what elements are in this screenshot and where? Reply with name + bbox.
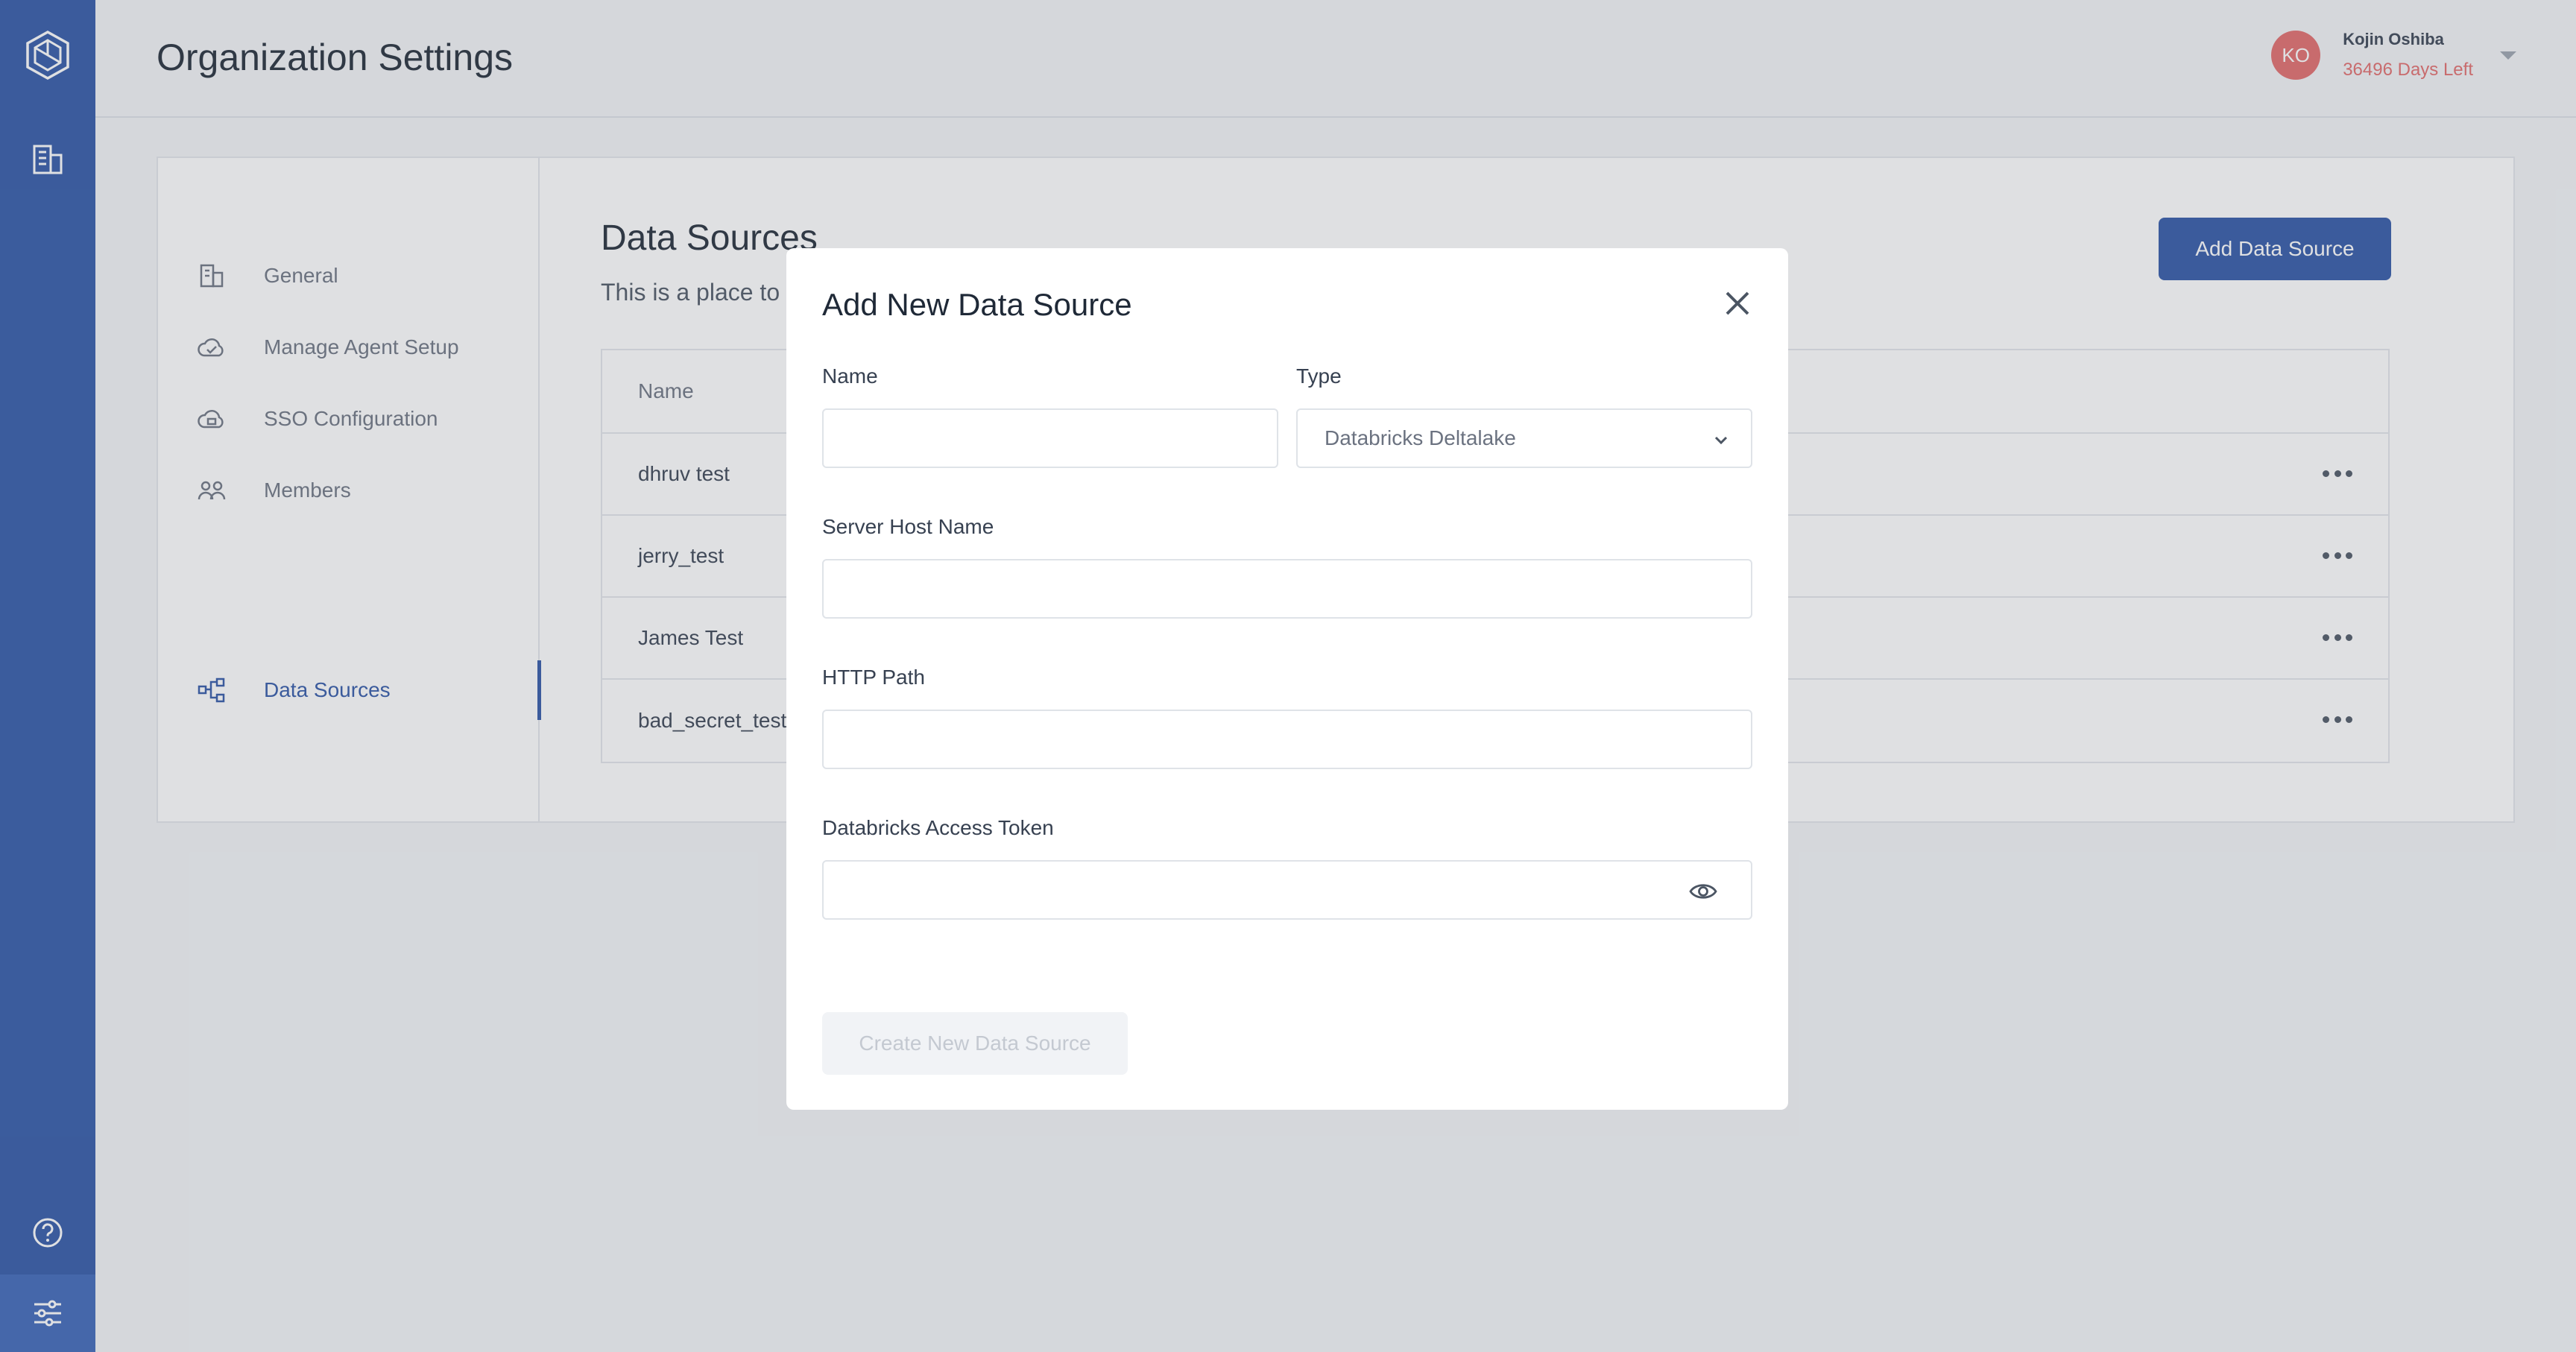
add-data-source-modal: Add New Data Source Name Type Databricks… — [786, 248, 1788, 1110]
chevron-down-icon — [1714, 436, 1728, 445]
create-data-source-button[interactable]: Create New Data Source — [822, 1012, 1128, 1075]
http-path-field[interactable] — [822, 710, 1752, 769]
name-label: Name — [822, 364, 878, 388]
type-select[interactable]: Databricks Deltalake — [1296, 408, 1752, 468]
name-field[interactable] — [822, 408, 1278, 468]
modal-title: Add New Data Source — [822, 287, 1132, 322]
type-select-value: Databricks Deltalake — [1325, 426, 1516, 449]
type-label: Type — [1296, 364, 1342, 388]
server-host-label: Server Host Name — [822, 515, 994, 538]
access-token-label: Databricks Access Token — [822, 816, 1054, 839]
eye-icon[interactable] — [1688, 878, 1718, 905]
access-token-field[interactable] — [822, 860, 1752, 920]
server-host-field[interactable] — [822, 559, 1752, 619]
close-icon[interactable] — [1720, 285, 1755, 321]
http-path-label: HTTP Path — [822, 666, 925, 689]
